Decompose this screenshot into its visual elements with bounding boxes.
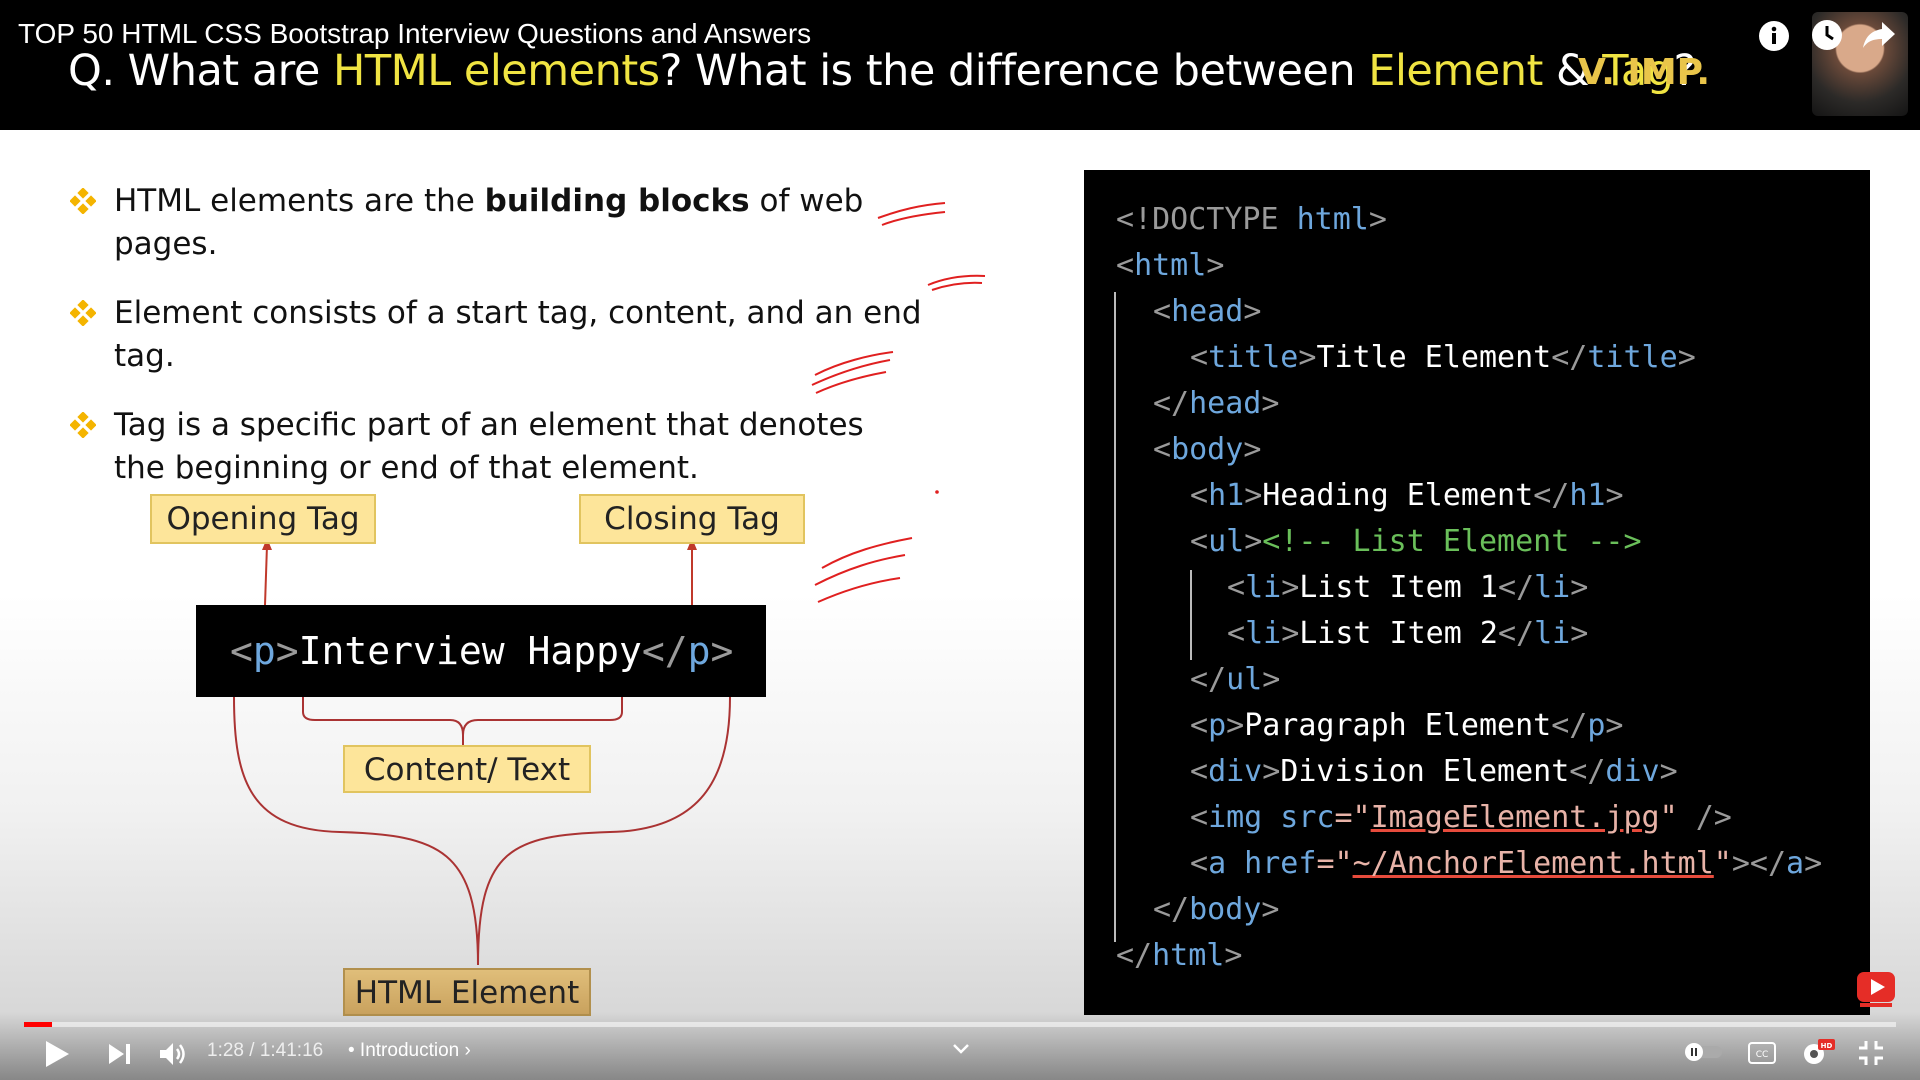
- autoplay-icon[interactable]: [1684, 1042, 1724, 1062]
- code-line: <p>Paragraph Element</p>: [1190, 708, 1624, 743]
- code-line: <body>: [1153, 432, 1262, 467]
- code-line: </ul>: [1190, 662, 1281, 697]
- settings-icon[interactable]: HD: [1800, 1038, 1836, 1068]
- example-code-strip: <p>Interview Happy</p>: [196, 605, 766, 697]
- code-line: </head>: [1153, 386, 1280, 421]
- code-line: <a href="~/AnchorElement.html"></a>: [1190, 846, 1823, 881]
- code-line: </body>: [1153, 892, 1280, 927]
- time-display: 1:28 / 1:41:16: [207, 1040, 324, 1061]
- fullscreen-exit-icon[interactable]: [1858, 1040, 1884, 1066]
- volume-icon[interactable]: [158, 1041, 188, 1067]
- code-line: <li>List Item 2</li>: [1227, 616, 1589, 651]
- code-line: <img src="ImageElement.jpg" />: [1190, 800, 1732, 835]
- code-open-gt: >: [275, 629, 299, 673]
- chapter-link[interactable]: • Introduction ›: [348, 1040, 471, 1062]
- code-line: <ul><!-- List Element -->: [1190, 524, 1642, 559]
- closing-tag-label: Closing Tag: [579, 494, 805, 544]
- code-line: <html>: [1116, 248, 1225, 283]
- code-line: <h1>Heading Element</h1>: [1190, 478, 1624, 513]
- content-text-label: Content/ Text: [343, 745, 591, 793]
- svg-text:HD: HD: [1821, 1042, 1833, 1050]
- code-close-tag: p: [687, 629, 711, 673]
- code-line: <li>List Item 1</li>: [1227, 570, 1589, 605]
- html-element-label: HTML Element: [343, 968, 591, 1016]
- code-close-gt: >: [710, 629, 734, 673]
- chevron-down-icon[interactable]: [952, 1040, 970, 1054]
- progress-played: [24, 1022, 53, 1027]
- captions-icon[interactable]: CC: [1748, 1042, 1776, 1064]
- indent-guide: [1114, 292, 1116, 942]
- code-text: Interview Happy: [298, 629, 642, 673]
- play-icon[interactable]: [44, 1040, 70, 1068]
- svg-text:CC: CC: [1756, 1050, 1769, 1060]
- code-line: <head>: [1153, 294, 1262, 329]
- code-open-lt: <: [230, 629, 253, 673]
- code-line: <title>Title Element</title>: [1190, 340, 1696, 375]
- code-line: <div>Division Element</div>: [1190, 754, 1678, 789]
- next-icon[interactable]: [108, 1043, 132, 1065]
- code-panel: <!DOCTYPE html> <html> <head> <title>Tit…: [1084, 170, 1870, 1015]
- progress-bar[interactable]: [24, 1022, 1896, 1027]
- opening-tag-label: Opening Tag: [150, 494, 376, 544]
- subscribe-icon[interactable]: [1856, 968, 1896, 1008]
- code-close-lt: </: [641, 629, 688, 673]
- indent-guide: [1190, 570, 1192, 660]
- code-line: </html>: [1116, 938, 1243, 973]
- code-open-tag: p: [252, 629, 276, 673]
- code-line: <!DOCTYPE html>: [1116, 202, 1387, 237]
